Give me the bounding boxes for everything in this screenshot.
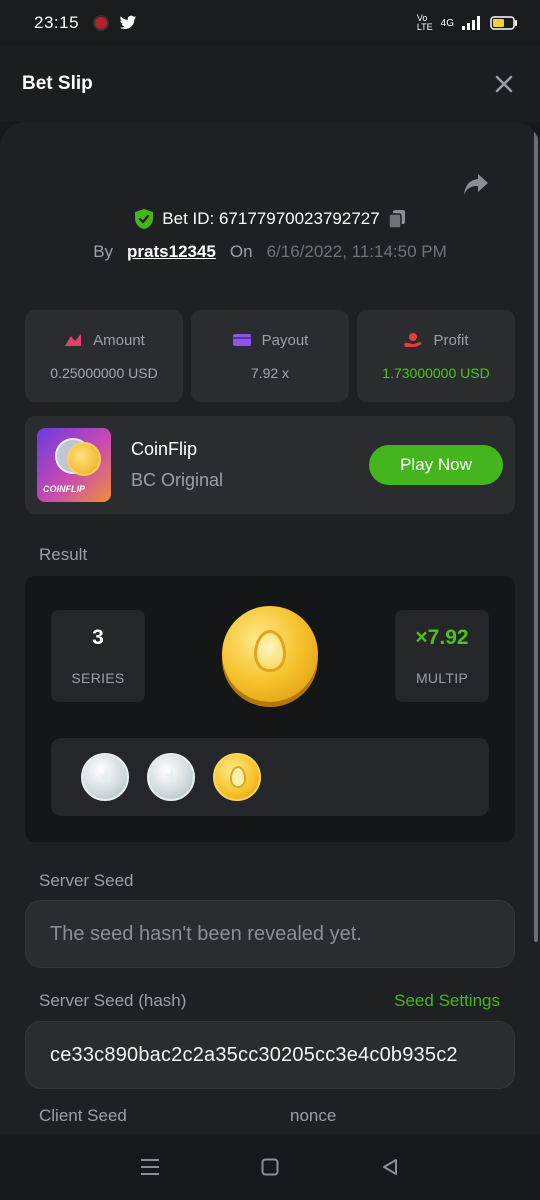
stat-label: Payout — [261, 331, 309, 349]
multiplier-value: ×7.92 — [415, 626, 469, 649]
result-label: Result — [39, 545, 88, 564]
series-value: 3 — [92, 626, 104, 649]
play-now-button[interactable]: Play Now — [369, 445, 503, 485]
stat-label: Profit — [433, 331, 469, 349]
app-notification-icon — [93, 15, 110, 31]
stat-amount: Amount 0.25000000 USD — [25, 310, 183, 402]
series-label: SERIES — [71, 670, 125, 686]
series-box: 3 SERIES — [51, 610, 145, 702]
stat-profit: Profit 1.73000000 USD — [357, 310, 515, 402]
system-nav-bar — [0, 1134, 540, 1200]
recents-button[interactable] — [130, 1147, 170, 1187]
back-icon — [383, 1159, 397, 1175]
stat-payout: Payout 7.92 x — [191, 310, 349, 402]
client-seed-label: Client Seed — [39, 1106, 127, 1125]
share-button[interactable] — [462, 172, 490, 198]
bet-id: Bet ID: 67177970023792727 — [162, 209, 380, 228]
bet-meta-row: By prats12345 On 6/16/2022, 11:14:50 PM — [0, 242, 540, 262]
page-title: Bet Slip — [22, 73, 93, 94]
signal-network-label: 4G — [440, 17, 454, 29]
verified-shield-icon — [135, 209, 154, 229]
profit-icon — [404, 333, 423, 347]
amount-icon — [65, 334, 82, 346]
signal-icon — [462, 16, 480, 30]
header: Bet Slip — [0, 46, 540, 122]
multiplier-box: ×7.92 MULTIP — [395, 610, 489, 702]
stat-label: Amount — [93, 331, 145, 349]
stat-value: 0.25000000 USD — [50, 364, 158, 381]
server-seed-hash-label: Server Seed (hash) — [39, 991, 187, 1010]
status-time: 23:15 — [34, 13, 80, 32]
close-button[interactable] — [490, 70, 518, 98]
game-name: CoinFlip — [131, 439, 198, 459]
star-icon: ★ — [97, 766, 115, 788]
game-card: COINFLIP CoinFlip BC Original Play Now — [25, 416, 515, 514]
square-icon — [261, 1158, 279, 1176]
bet-slip-panel: Bet ID: 67177970023792727 By prats12345 … — [0, 122, 540, 1134]
copy-icon[interactable] — [387, 209, 406, 229]
bet-date: 6/16/2022, 11:14:50 PM — [266, 242, 447, 261]
coin-history: ★ ★ — [51, 738, 489, 816]
back-button[interactable] — [370, 1147, 410, 1187]
home-button[interactable] — [250, 1147, 290, 1187]
game-info: CoinFlip BC Original — [131, 439, 223, 491]
status-bar: 23:15 Vo LTE 4G — [0, 0, 540, 46]
game-thumbnail: COINFLIP — [37, 428, 111, 502]
server-seed-hash-field[interactable]: ce33c890bac2c2a35cc30205cc3e4c0b935c2 — [25, 1021, 515, 1089]
stats-row: Amount 0.25000000 USD Payout 7.92 x Prof… — [25, 310, 515, 402]
on-label: On — [229, 242, 253, 261]
close-icon — [495, 75, 513, 93]
username-link[interactable]: prats12345 — [127, 242, 216, 262]
coin-silver: ★ — [81, 753, 129, 801]
menu-icon — [141, 1159, 159, 1175]
twitter-icon — [119, 15, 137, 30]
notification-icons — [93, 15, 137, 31]
egg-icon — [230, 766, 246, 788]
coin-silver: ★ — [147, 753, 195, 801]
nonce-label: nonce — [290, 1106, 337, 1125]
by-label: By — [93, 242, 114, 261]
card-icon — [232, 334, 251, 346]
status-indicators: Vo LTE 4G — [417, 14, 518, 32]
server-seed-label: Server Seed — [39, 871, 134, 890]
result-coin-gold — [222, 606, 318, 702]
game-thumb-label: COINFLIP — [43, 484, 85, 494]
bet-id-row: Bet ID: 67177970023792727 — [0, 208, 540, 230]
stat-value: 7.92 x — [250, 364, 290, 381]
coin-icon — [67, 442, 101, 476]
game-category: BC Original — [131, 470, 224, 490]
seed-settings-link[interactable]: Seed Settings — [394, 991, 500, 1011]
stat-value: 1.73000000 USD — [382, 364, 490, 381]
server-seed-field[interactable]: The seed hasn't been revealed yet. — [25, 900, 515, 968]
egg-icon — [254, 630, 286, 672]
volte-icon: Vo LTE — [416, 13, 433, 32]
coin-gold — [213, 753, 261, 801]
result-panel: 3 SERIES ×7.92 MULTIP ★ ★ — [25, 576, 515, 842]
star-icon: ★ — [163, 766, 181, 788]
multiplier-label: MULTIP — [415, 670, 469, 686]
battery-icon — [490, 16, 517, 30]
